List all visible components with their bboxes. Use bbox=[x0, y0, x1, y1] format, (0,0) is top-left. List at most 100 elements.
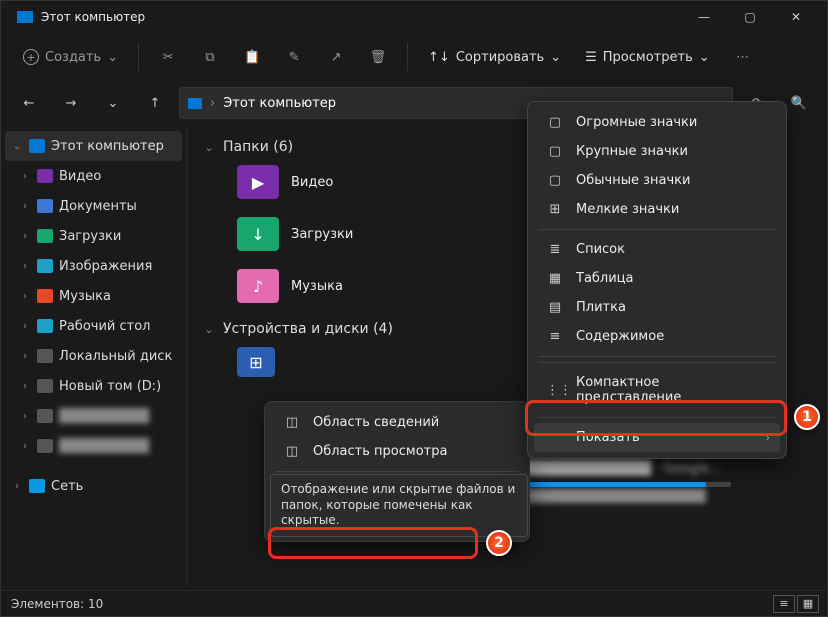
chevron-right-icon[interactable]: › bbox=[11, 481, 23, 492]
annotation-callout-2: 2 bbox=[486, 530, 512, 556]
sort-button[interactable]: ↑↓ Сортировать ⌄ bbox=[418, 44, 571, 71]
recent-button[interactable]: ⌄ bbox=[95, 85, 131, 121]
details-view-button[interactable]: ≡ bbox=[773, 595, 795, 613]
menu-separator bbox=[538, 356, 776, 357]
minimize-button[interactable]: — bbox=[681, 1, 727, 33]
sort-icon: ↑↓ bbox=[428, 50, 450, 65]
sidebar-root-thispc[interactable]: ⌄ Этот компьютер bbox=[5, 131, 182, 161]
menu-item-details-pane[interactable]: ◫ Область сведений bbox=[271, 408, 523, 437]
menu-item-label: Крупные значки bbox=[576, 144, 688, 159]
chevron-right-icon[interactable]: › bbox=[19, 171, 31, 182]
sidebar-item-hidden1[interactable]: ›█████████ bbox=[5, 401, 182, 431]
folder-icon bbox=[37, 229, 53, 243]
folder-icon: ♪ bbox=[237, 269, 279, 303]
delete-button[interactable]: 🗑 bbox=[359, 38, 397, 76]
cut-button[interactable]: ✂ bbox=[149, 38, 187, 76]
new-button[interactable]: + Создать ⌄ bbox=[13, 43, 128, 71]
chevron-right-icon[interactable]: › bbox=[19, 201, 31, 212]
sidebar-item-Видео[interactable]: ›Видео bbox=[5, 161, 182, 191]
chevron-right-icon[interactable]: › bbox=[19, 321, 31, 332]
folder-icon bbox=[37, 379, 53, 393]
icons-view-button[interactable]: ▦ bbox=[797, 595, 819, 613]
sidebar-root-label: Этот компьютер bbox=[51, 139, 164, 154]
menu-item-view-3[interactable]: ⊞Мелкие значки bbox=[534, 195, 780, 224]
pane-icon: ◫ bbox=[283, 444, 301, 459]
chevron-down-icon[interactable]: ⌄ bbox=[203, 141, 215, 154]
folder-icon: ↓ bbox=[237, 217, 279, 251]
tooltip: Отображение или скрытие файлов и папок, … bbox=[270, 474, 528, 537]
pc-icon bbox=[29, 139, 45, 153]
menu-separator bbox=[538, 362, 776, 363]
menu-item-view-2[interactable]: ▢Обычные значки bbox=[534, 166, 780, 195]
menu-separator bbox=[275, 471, 519, 472]
folder-icon bbox=[37, 319, 53, 333]
sidebar-item-Изображения[interactable]: ›Изображения bbox=[5, 251, 182, 281]
section-folders-title: Папки (6) bbox=[223, 139, 293, 155]
sidebar-item-Локальный диск[interactable]: ›Локальный диск bbox=[5, 341, 182, 371]
menu-item-view-1[interactable]: ▢ Крупные значки bbox=[534, 137, 780, 166]
sidebar-item-Документы[interactable]: ›Документы bbox=[5, 191, 182, 221]
menu-item-view-7[interactable]: ≡ Содержимое bbox=[534, 322, 780, 351]
back-button[interactable]: ← bbox=[11, 85, 47, 121]
compact-icon: ⋮⋮ bbox=[546, 383, 564, 398]
drive-item[interactable]: ⊞ bbox=[237, 347, 275, 377]
sidebar-network[interactable]: › Сеть bbox=[5, 471, 182, 501]
menu-item-show[interactable]: Показать › bbox=[534, 423, 780, 452]
folder-icon bbox=[37, 169, 53, 183]
view-size-icon: ▢ bbox=[546, 115, 564, 130]
sidebar-item-label: Рабочий стол bbox=[59, 319, 150, 334]
sidebar-item-Музыка[interactable]: › Музыка bbox=[5, 281, 182, 311]
up-button[interactable]: ↑ bbox=[137, 85, 173, 121]
pane-icon: ◫ bbox=[283, 415, 301, 430]
sidebar-item-label: Музыка bbox=[59, 289, 111, 304]
view-icon: ☰ bbox=[585, 50, 597, 65]
status-bar: Элементов: 10 ≡ ▦ bbox=[1, 590, 827, 616]
share-button[interactable]: ↗ bbox=[317, 38, 355, 76]
crumb-root[interactable]: Этот компьютер bbox=[223, 96, 336, 111]
rename-button[interactable]: ✎ bbox=[275, 38, 313, 76]
sidebar-item-label: Загрузки bbox=[59, 229, 121, 244]
forward-button[interactable]: → bbox=[53, 85, 89, 121]
menu-item-view-6[interactable]: ▤Плитка bbox=[534, 293, 780, 322]
chevron-down-icon[interactable]: ⌄ bbox=[11, 141, 23, 152]
chevron-down-icon: ⌄ bbox=[550, 50, 561, 65]
folder-icon: ▶ bbox=[237, 165, 279, 199]
menu-item-label: Обычные значки bbox=[576, 173, 690, 188]
view-size-icon: ▦ bbox=[546, 271, 564, 286]
chevron-down-icon[interactable]: ⌄ bbox=[203, 323, 215, 336]
folder-icon bbox=[37, 349, 53, 363]
menu-item-view-5[interactable]: ▦Таблица bbox=[534, 264, 780, 293]
paste-button[interactable]: 📋 bbox=[233, 38, 271, 76]
chevron-right-icon[interactable]: › bbox=[19, 381, 31, 392]
chevron-down-icon: ⌄ bbox=[699, 50, 710, 65]
menu-item-preview-pane[interactable]: ◫ Область просмотра bbox=[271, 437, 523, 466]
chevron-right-icon[interactable]: › bbox=[19, 291, 31, 302]
chevron-right-icon[interactable]: › bbox=[19, 261, 31, 272]
menu-item-label: Огромные значки bbox=[576, 115, 697, 130]
sidebar-item-Рабочий стол[interactable]: › Рабочий стол bbox=[5, 311, 182, 341]
more-button[interactable]: ⋯ bbox=[724, 38, 762, 76]
menu-item-compact[interactable]: ⋮⋮ Компактное представление bbox=[534, 368, 780, 412]
chevron-right-icon[interactable]: › bbox=[19, 231, 31, 242]
folder-icon bbox=[37, 289, 53, 303]
separator bbox=[138, 43, 139, 71]
menu-item-label: Содержимое bbox=[576, 329, 664, 344]
menu-item-label: Список bbox=[576, 242, 625, 257]
view-size-icon: ▢ bbox=[546, 144, 564, 159]
view-button[interactable]: ☰ Просмотреть ⌄ bbox=[575, 44, 720, 71]
drive-icon: ⊞ bbox=[237, 347, 275, 377]
sidebar-item-Загрузки[interactable]: › Загрузки bbox=[5, 221, 182, 251]
folder-icon bbox=[37, 199, 53, 213]
drive-item-3[interactable]: █████████████ · Google... ██████████████… bbox=[521, 461, 731, 503]
sidebar-network-label: Сеть bbox=[51, 479, 83, 494]
menu-item-view-4[interactable]: ≣Список bbox=[534, 235, 780, 264]
close-button[interactable]: ✕ bbox=[773, 1, 819, 33]
menu-item-view-0[interactable]: ▢ Огромные значки bbox=[534, 108, 780, 137]
view-size-icon: ▤ bbox=[546, 300, 564, 315]
chevron-right-icon[interactable]: › bbox=[19, 351, 31, 362]
maximize-button[interactable]: ▢ bbox=[727, 1, 773, 33]
sidebar-item-Новый том (D:)[interactable]: ›Новый том (D:) bbox=[5, 371, 182, 401]
sidebar-item-hidden2[interactable]: ›█████████ bbox=[5, 431, 182, 461]
view-size-icon: ≡ bbox=[546, 329, 564, 344]
copy-button[interactable]: ⧉ bbox=[191, 38, 229, 76]
